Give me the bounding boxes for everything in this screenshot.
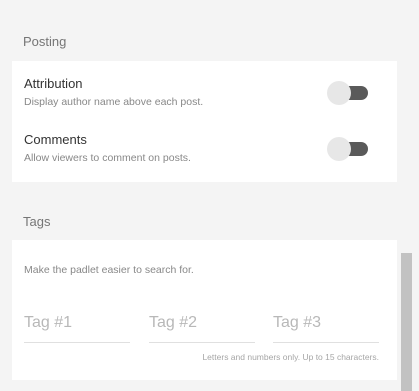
scrollbar-thumb[interactable] (401, 253, 412, 391)
attribution-description: Display author name above each post. (24, 96, 204, 108)
tag-input-3-placeholder: Tag #3 (273, 314, 322, 331)
posting-header-label: Posting (23, 34, 67, 49)
attribution-toggle-knob (327, 81, 351, 105)
tag-input-2-placeholder: Tag #2 (149, 314, 198, 331)
tag-input-1[interactable]: Tag #1 (24, 312, 130, 343)
attribution-toggle[interactable] (326, 81, 374, 105)
tags-header-label: Tags (23, 214, 51, 229)
tag-input-2[interactable]: Tag #2 (149, 312, 255, 343)
tags-settings-card: Make the padlet easier to search for. Ta… (12, 240, 397, 380)
tag-input-1-placeholder: Tag #1 (24, 314, 73, 331)
tags-section-header: Tags (12, 182, 397, 237)
tags-hint: Letters and numbers only. Up to 15 chara… (202, 352, 379, 362)
settings-panel: Posting Attribution Display author name … (12, 0, 397, 391)
comments-description: Allow viewers to comment on posts. (24, 152, 191, 164)
comments-toggle-knob (327, 137, 351, 161)
tags-description: Make the padlet easier to search for. (24, 264, 194, 276)
posting-settings-card: Attribution Display author name above ea… (12, 61, 397, 182)
comments-toggle[interactable] (326, 137, 374, 161)
posting-section-header: Posting (12, 12, 397, 67)
attribution-title: Attribution (24, 76, 83, 91)
tag-input-3[interactable]: Tag #3 (273, 312, 379, 343)
comments-title: Comments (24, 132, 87, 147)
